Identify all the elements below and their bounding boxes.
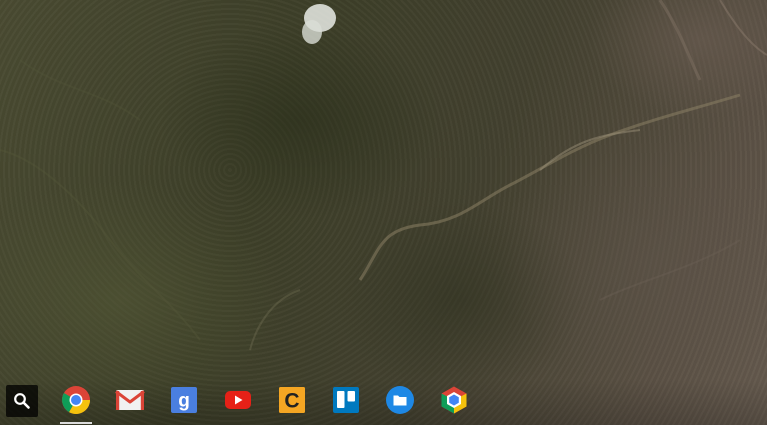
- ridge-line: [658, 0, 702, 81]
- shelf-app-caret[interactable]: C: [276, 384, 308, 416]
- ridge-line: [539, 129, 641, 171]
- ridge-line: [719, 0, 767, 56]
- ridge-line: [0, 149, 201, 341]
- desktop: g C: [0, 0, 767, 425]
- remote-desktop-icon: [441, 386, 467, 414]
- shelf-app-chrome-remote-desktop[interactable]: [438, 384, 470, 416]
- shelf-app-google-search[interactable]: g: [168, 384, 200, 416]
- wallpaper: [0, 0, 767, 351]
- gmail-icon: [115, 390, 145, 410]
- svg-text:g: g: [178, 391, 190, 412]
- google-g-icon: g: [171, 387, 197, 413]
- ridge-line: [249, 289, 301, 351]
- shelf-app-youtube[interactable]: [222, 384, 254, 416]
- chrome-icon: [62, 386, 90, 414]
- shelf-app-chrome[interactable]: [60, 384, 92, 416]
- folder-icon: [386, 386, 414, 414]
- chrome-running-indicator: [60, 422, 92, 424]
- trello-icon: [333, 387, 359, 413]
- ridge-line: [358, 93, 741, 281]
- search-icon: [14, 393, 30, 409]
- youtube-icon: [225, 391, 251, 409]
- app-launcher-button[interactable]: [6, 385, 38, 417]
- ridge-line: [19, 59, 141, 121]
- shelf-app-trello[interactable]: [330, 384, 362, 416]
- cloud-puff: [302, 4, 336, 44]
- caret-c-icon: C: [279, 387, 305, 413]
- shelf-app-files[interactable]: [384, 384, 416, 416]
- shelf-app-gmail[interactable]: [114, 384, 146, 416]
- ridge-line: [599, 239, 741, 301]
- svg-text:C: C: [284, 390, 299, 413]
